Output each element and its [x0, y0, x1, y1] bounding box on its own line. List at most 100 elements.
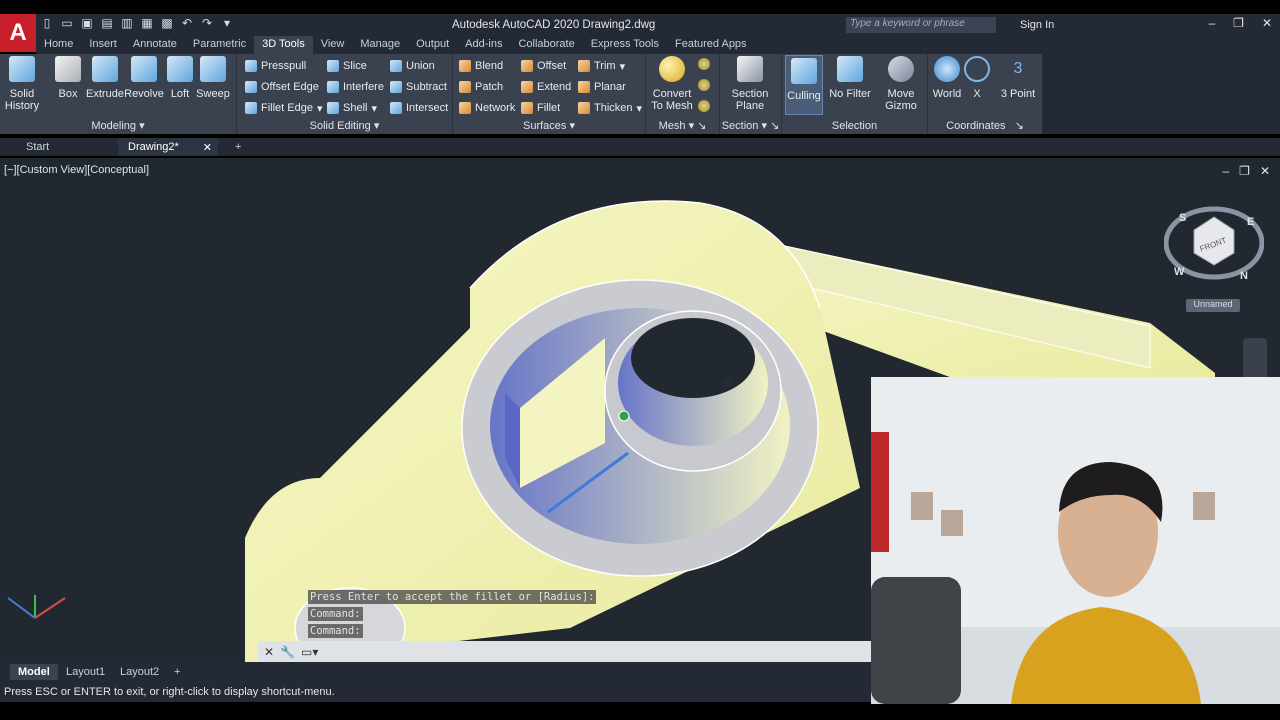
tab-output[interactable]: Output: [408, 36, 457, 54]
web-save-icon[interactable]: ▦: [140, 16, 154, 30]
surface-offset-button[interactable]: Offset: [521, 58, 566, 74]
redo-icon[interactable]: ↷: [200, 16, 214, 30]
drawing-tab[interactable]: Drawing2* ✕: [118, 138, 218, 156]
x-rotate-ucs-button[interactable]: X: [964, 56, 990, 100]
interfere-button[interactable]: Interfere: [327, 79, 384, 95]
presspull-button[interactable]: Presspull: [245, 58, 306, 74]
trim-button[interactable]: Trim ▾: [578, 58, 625, 74]
move-gizmo-button[interactable]: Move Gizmo: [880, 56, 922, 112]
add-layout-icon[interactable]: +: [166, 664, 188, 680]
tab-collaborate[interactable]: Collaborate: [510, 36, 582, 54]
tab-insert[interactable]: Insert: [81, 36, 125, 54]
modeling-panel: Solid History Box Extrude Revolve Loft S…: [0, 54, 237, 134]
extrude-button[interactable]: Extrude: [85, 56, 125, 100]
sign-in-button[interactable]: Sign In: [1020, 19, 1054, 31]
refine-mesh-icon[interactable]: [698, 100, 710, 112]
patch-button[interactable]: Patch: [459, 79, 503, 95]
tab-home[interactable]: Home: [36, 36, 81, 54]
web-open-icon[interactable]: ▥: [120, 16, 134, 30]
viewport-controls-label[interactable]: [−][Custom View][Conceptual]: [4, 164, 149, 176]
grip-point[interactable]: [618, 410, 630, 422]
sweep-button[interactable]: Sweep: [193, 56, 233, 100]
smooth-less-icon[interactable]: [698, 79, 710, 91]
network-icon: [459, 102, 471, 114]
sweep-icon: [200, 56, 226, 82]
surface-fillet-button[interactable]: Fillet: [521, 100, 560, 116]
recent-commands-icon[interactable]: ▭▾: [301, 645, 318, 659]
close-command-icon[interactable]: ✕: [264, 645, 274, 659]
tab-layout2[interactable]: Layout2: [112, 664, 167, 680]
three-point-ucs-button[interactable]: 33 Point: [996, 56, 1040, 100]
tab-3d-tools[interactable]: 3D Tools: [254, 36, 313, 54]
viewport-close-icon[interactable]: ✕: [1260, 164, 1270, 178]
command-line-input[interactable]: ✕ 🔧 ▭▾: [258, 641, 872, 662]
app-menu-button[interactable]: A: [0, 14, 36, 52]
new-icon[interactable]: ▯: [40, 16, 54, 30]
close-icon[interactable]: ✕: [1262, 16, 1272, 30]
union-button[interactable]: Union: [390, 58, 435, 74]
viewport-minimize-icon[interactable]: –: [1222, 164, 1229, 178]
new-tab-icon[interactable]: +: [225, 138, 251, 156]
extend-button[interactable]: Extend: [521, 79, 571, 95]
mesh-panel-label[interactable]: Mesh ▾ ↘: [646, 119, 719, 132]
surfaces-panel-label[interactable]: Surfaces ▾: [453, 119, 645, 132]
close-tab-icon[interactable]: ✕: [203, 141, 212, 154]
tab-express-tools[interactable]: Express Tools: [583, 36, 667, 54]
save-icon[interactable]: ▣: [80, 16, 94, 30]
blend-icon: [459, 60, 471, 72]
network-button[interactable]: Network: [459, 100, 515, 116]
blend-button[interactable]: Blend: [459, 58, 503, 74]
intersect-button[interactable]: Intersect: [390, 100, 448, 116]
coordinates-panel-label[interactable]: Coordinates ↘: [928, 119, 1042, 132]
no-filter-button[interactable]: No Filter: [828, 56, 872, 100]
slice-button[interactable]: Slice: [327, 58, 367, 74]
print-icon[interactable]: ▩: [160, 16, 174, 30]
solid-editing-panel-label[interactable]: Solid Editing ▾: [237, 119, 452, 132]
command-history: Press Enter to accept the fillet or [Rad…: [308, 590, 597, 641]
box-button[interactable]: Box: [48, 56, 88, 100]
offset-edge-button[interactable]: Offset Edge: [245, 79, 319, 95]
offset-icon: [521, 60, 533, 72]
tab-view[interactable]: View: [313, 36, 353, 54]
ribbon: Solid History Box Extrude Revolve Loft S…: [0, 54, 1043, 134]
viewcube[interactable]: FRONT S E W N: [1163, 205, 1265, 285]
solid-history-button[interactable]: Solid History: [2, 56, 42, 112]
customize-qat-icon[interactable]: ▾: [220, 16, 234, 30]
selection-panel-label[interactable]: Selection: [782, 120, 927, 132]
smooth-more-icon[interactable]: [698, 58, 710, 70]
extrude-icon: [92, 56, 118, 82]
fillet-edge-button[interactable]: Fillet Edge ▾: [245, 100, 323, 116]
section-plane-button[interactable]: Section Plane: [728, 56, 772, 112]
tab-model[interactable]: Model: [10, 664, 58, 680]
convert-to-mesh-button[interactable]: Convert To Mesh: [650, 56, 694, 112]
union-icon: [390, 60, 402, 72]
ribbon-empty-area: [1043, 54, 1280, 134]
planar-button[interactable]: Planar: [578, 79, 626, 95]
tab-featured-apps[interactable]: Featured Apps: [667, 36, 755, 54]
culling-button[interactable]: Culling: [785, 55, 823, 115]
search-input[interactable]: Type a keyword or phrase: [846, 17, 996, 33]
tab-layout1[interactable]: Layout1: [58, 664, 113, 680]
tab-add-ins[interactable]: Add-ins: [457, 36, 510, 54]
minimize-icon[interactable]: –: [1208, 16, 1215, 30]
ucs-menu[interactable]: Unnamed: [1186, 299, 1240, 312]
revolve-button[interactable]: Revolve: [124, 56, 164, 100]
ribbon-tabs: Home Insert Annotate Parametric 3D Tools…: [36, 36, 1280, 54]
thicken-button[interactable]: Thicken ▾: [578, 100, 642, 116]
undo-icon[interactable]: ↶: [180, 16, 194, 30]
restore-icon[interactable]: ❐: [1233, 16, 1244, 30]
subtract-button[interactable]: Subtract: [390, 79, 447, 95]
start-tab[interactable]: Start: [16, 138, 59, 156]
compass-s: S: [1179, 212, 1186, 224]
modeling-panel-label[interactable]: Modeling ▾: [0, 119, 236, 132]
customize-command-icon[interactable]: 🔧: [280, 645, 295, 659]
open-icon[interactable]: ▭: [60, 16, 74, 30]
shell-button[interactable]: Shell ▾: [327, 100, 377, 116]
tab-manage[interactable]: Manage: [352, 36, 408, 54]
tab-parametric[interactable]: Parametric: [185, 36, 254, 54]
viewport-restore-icon[interactable]: ❐: [1239, 164, 1250, 178]
section-panel-label[interactable]: Section ▾ ↘: [720, 119, 781, 132]
tab-annotate[interactable]: Annotate: [125, 36, 185, 54]
save-as-icon[interactable]: ▤: [100, 16, 114, 30]
world-ucs-button[interactable]: World: [930, 56, 964, 100]
